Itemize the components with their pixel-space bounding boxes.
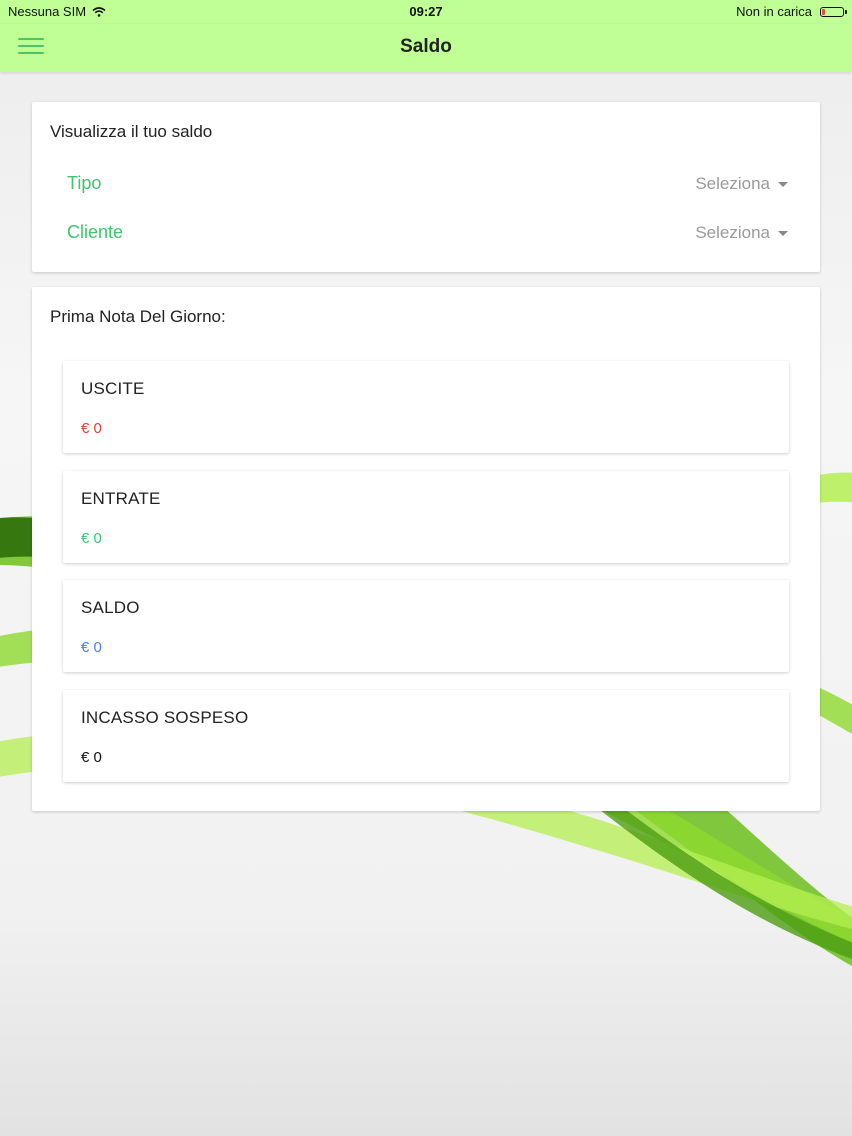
tipo-select[interactable]: Tipo Seleziona: [50, 169, 802, 201]
status-time: 09:27: [409, 4, 443, 19]
filter-card-heading: Visualizza il tuo saldo: [50, 122, 213, 141]
incasso-sospeso-card: INCASSO SOSPESO € 0: [63, 690, 789, 782]
battery-icon: [820, 6, 847, 17]
saldo-title: SALDO: [81, 598, 140, 617]
tipo-label: Tipo: [67, 173, 102, 193]
entrate-title: ENTRATE: [81, 489, 161, 508]
incasso-sospeso-title: INCASSO SOSPESO: [81, 708, 249, 727]
cliente-value-text: Seleziona: [695, 223, 770, 242]
summary-card-heading: Prima Nota Del Giorno:: [50, 307, 226, 326]
battery-label: Non in carica: [736, 4, 812, 19]
cliente-label: Cliente: [67, 222, 124, 242]
cliente-value: Seleziona: [695, 223, 788, 243]
uscite-title: USCITE: [81, 379, 145, 398]
caret-down-icon: [778, 230, 788, 236]
uscite-value: € 0: [81, 420, 102, 437]
tipo-value-text: Seleziona: [695, 174, 770, 193]
summary-card: Prima Nota Del Giorno: USCITE € 0 ENTRAT…: [32, 287, 820, 811]
entrate-card: ENTRATE € 0: [63, 471, 789, 563]
tipo-value: Seleziona: [695, 174, 788, 194]
status-bar: Nessuna SIM 09:27 Non in carica: [0, 0, 852, 24]
status-right: Non in carica: [736, 4, 847, 19]
uscite-card: USCITE € 0: [63, 361, 789, 453]
saldo-card: SALDO € 0: [63, 580, 789, 672]
incasso-sospeso-value: € 0: [81, 749, 102, 766]
entrate-value: € 0: [81, 530, 102, 547]
filter-card: Visualizza il tuo saldo Tipo Seleziona C…: [32, 102, 820, 272]
caret-down-icon: [778, 181, 788, 187]
page-title: Saldo: [400, 36, 452, 57]
saldo-value: € 0: [81, 639, 102, 656]
cliente-select[interactable]: Cliente Seleziona: [50, 218, 802, 250]
navigation-bar: Saldo: [0, 24, 852, 72]
